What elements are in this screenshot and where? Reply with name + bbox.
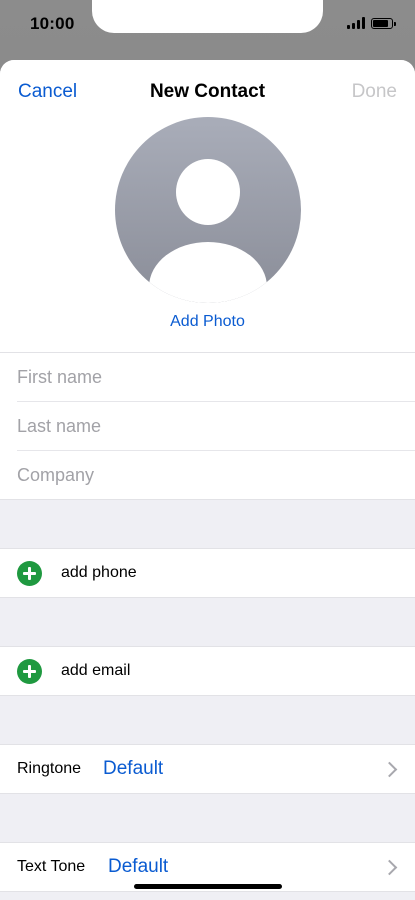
sheet-header: Cancel New Contact Done Add Photo (0, 60, 415, 352)
avatar-body (149, 242, 267, 303)
first-name-field[interactable]: First name (17, 353, 415, 402)
battery-level (373, 19, 388, 27)
contact-avatar-icon[interactable] (115, 117, 301, 303)
navigation-bar: Cancel New Contact Done (0, 60, 415, 122)
phone-screen: 10:00 Cancel New Contact Done Add Photo (0, 0, 415, 900)
done-button[interactable]: Done (352, 81, 397, 103)
ringtone-row[interactable]: Ringtone Default (0, 744, 415, 794)
add-circle-icon[interactable] (17, 659, 42, 684)
ringtone-value: Default (103, 758, 164, 779)
add-email-label: add email (61, 662, 131, 679)
add-photo-button[interactable]: Add Photo (0, 313, 415, 331)
section-spacer (0, 696, 415, 744)
text-tone-value: Default (108, 856, 169, 877)
battery-icon (371, 17, 396, 29)
section-spacer (0, 598, 415, 646)
new-contact-sheet: Cancel New Contact Done Add Photo First … (0, 60, 415, 900)
ringtone-label: Ringtone (17, 760, 82, 777)
chevron-right-icon (381, 859, 398, 875)
name-fields-group: First name Last name Company (0, 352, 415, 500)
text-tone-label: Text Tone (17, 858, 86, 875)
add-phone-row[interactable]: add phone (0, 548, 415, 598)
cellular-signal-icon (347, 17, 365, 29)
section-spacer (0, 794, 415, 842)
status-icons (347, 17, 396, 29)
avatar-head (176, 159, 240, 225)
status-bar (92, 0, 323, 33)
chevron-right-icon (381, 761, 398, 777)
add-circle-icon[interactable] (17, 561, 42, 586)
home-indicator[interactable] (134, 884, 282, 889)
add-phone-label: add phone (61, 564, 137, 581)
status-time: 10:00 (30, 14, 75, 33)
section-spacer (0, 500, 415, 548)
add-email-row[interactable]: add email (0, 646, 415, 696)
company-field[interactable]: Company (17, 451, 415, 499)
last-name-field[interactable]: Last name (17, 402, 415, 451)
